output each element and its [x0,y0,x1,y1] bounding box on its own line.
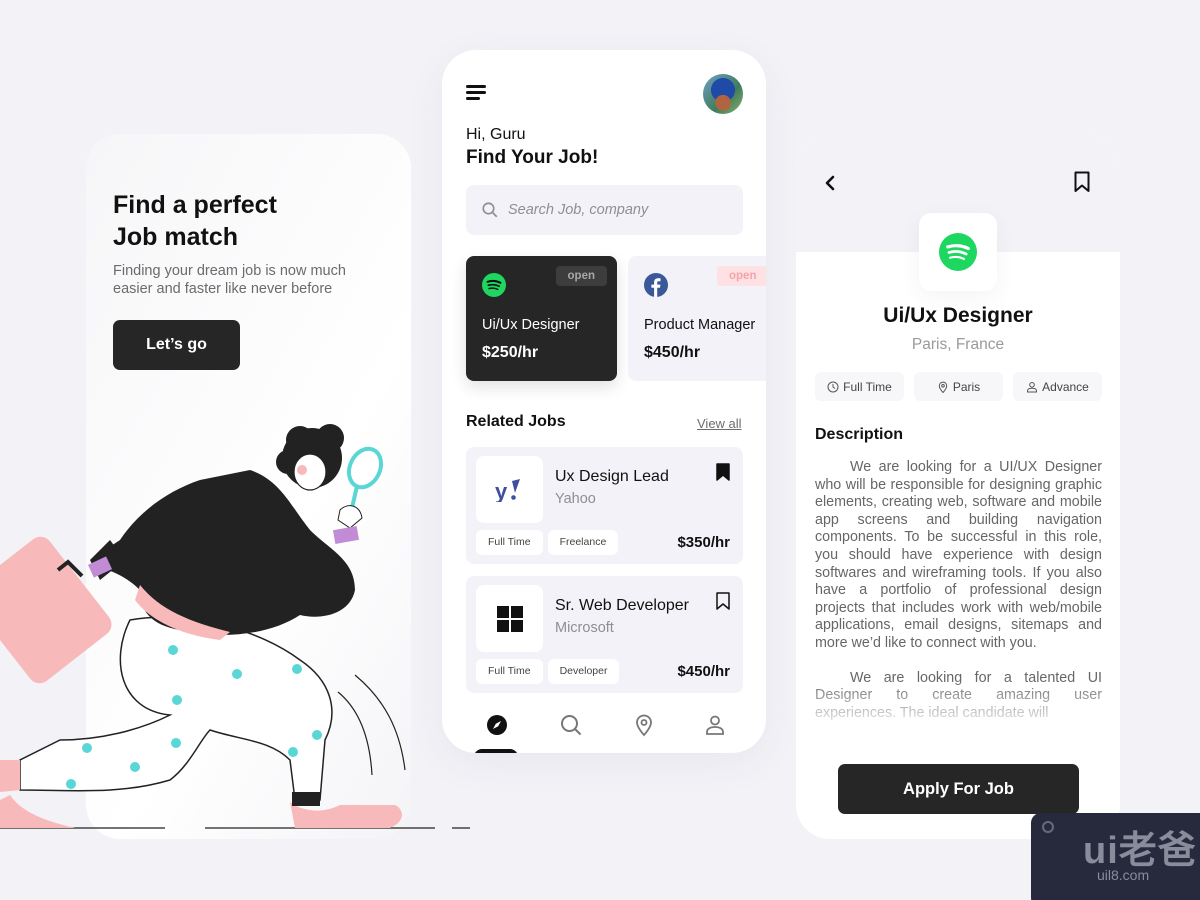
location-tag: Paris [914,372,1003,401]
svg-text:y: y [495,479,508,502]
active-tab-indicator [474,749,518,753]
search-icon [482,202,498,218]
home-screen: Hi, Guru Find Your Job! open Ui/Ux Desig… [442,50,766,753]
description-fade [796,679,1120,749]
user-icon[interactable] [703,713,727,737]
search-input[interactable] [508,202,728,218]
onboarding-title-line1: Find a perfect [113,191,277,219]
job-location: Paris, France [911,336,1005,353]
job-tag: Full Time [476,659,543,684]
location-pin-icon [938,381,948,393]
apply-for-job-button[interactable]: Apply For Job [838,764,1079,814]
job-rate: $450/hr [677,663,730,680]
company-logo [476,585,543,652]
job-type-tag: Full Time [815,372,904,401]
company-logo [919,213,997,291]
back-chevron-icon[interactable] [822,174,840,192]
hamburger-menu-icon[interactable] [466,85,486,101]
tag-label: Full Time [843,379,892,394]
company-logo: y [476,456,543,523]
job-tag: Developer [547,659,620,684]
compass-icon[interactable] [485,713,509,737]
job-seeker-illustration [0,424,470,829]
bookmark-filled-icon[interactable] [716,463,730,481]
featured-job-card[interactable]: open Product Manager $450/hr [628,256,766,381]
job-rate: $450/hr [644,344,701,361]
greeting-text: Hi, Guru [466,126,526,143]
onboarding-subtitle: Finding your dream job is now much easie… [113,263,346,297]
level-tag: Advance [1013,372,1102,401]
microsoft-icon [496,605,523,632]
watermark-brand: ui老爸 [1083,830,1197,872]
onboarding-title-line2: Job match [113,223,239,251]
location-pin-icon[interactable] [632,713,656,737]
watermark-domain: uil8.com [1097,867,1150,883]
tag-label: Advance [1042,379,1089,394]
job-title: Sr. Web Developer [555,597,689,614]
search-icon[interactable] [559,713,583,737]
job-tag: Full Time [476,530,543,555]
job-title: Ui/Ux Designer [883,304,1033,327]
company-name: Microsoft [555,620,614,636]
related-job-card[interactable]: Sr. Web Developer Microsoft Full Time De… [466,576,743,693]
job-role: Product Manager [644,317,756,333]
onboarding-title: Find a perfect Job match [113,189,373,253]
description-heading: Description [815,426,904,443]
tag-label: Paris [952,379,981,394]
job-rate: $250/hr [482,344,539,361]
view-all-link[interactable]: View all [697,416,742,431]
search-bar[interactable] [466,185,743,235]
status-badge: open [555,266,607,286]
job-tag: Freelance [547,530,619,555]
watermark-badge: ui老爸 uil8.com [1031,813,1200,900]
user-icon [1027,381,1038,392]
related-job-card[interactable]: y Ux Design Lead Yahoo Full Time Freelan… [466,447,743,564]
featured-job-card[interactable]: open Ui/Ux Designer $250/hr [466,256,617,381]
status-badge: open [717,266,766,286]
job-detail-screen: Ui/Ux Designer Paris, France Full Time P… [796,134,1120,839]
job-rate: $350/hr [677,534,730,551]
yahoo-icon: y [495,478,520,502]
facebook-icon [644,273,668,297]
job-title: Ux Design Lead [555,468,669,485]
job-role: Ui/Ux Designer [482,317,580,333]
lets-go-button[interactable]: Let’s go [113,320,240,370]
description-paragraph: We are looking for a UI/UX Designer who … [815,459,1102,651]
related-jobs-heading: Related Jobs [466,413,566,430]
job-attributes: Full Time Paris Advance [815,372,1102,401]
bookmark-outline-icon[interactable] [716,592,730,610]
spotify-icon [939,233,977,271]
bottom-navigation [442,705,766,745]
spotify-icon [482,273,506,297]
company-name: Yahoo [555,491,596,507]
user-avatar[interactable] [703,74,743,114]
home-title: Find Your Job! [466,147,599,168]
watermark-hole [1042,821,1054,833]
clock-icon [827,381,839,392]
bookmark-outline-icon[interactable] [1074,171,1090,193]
